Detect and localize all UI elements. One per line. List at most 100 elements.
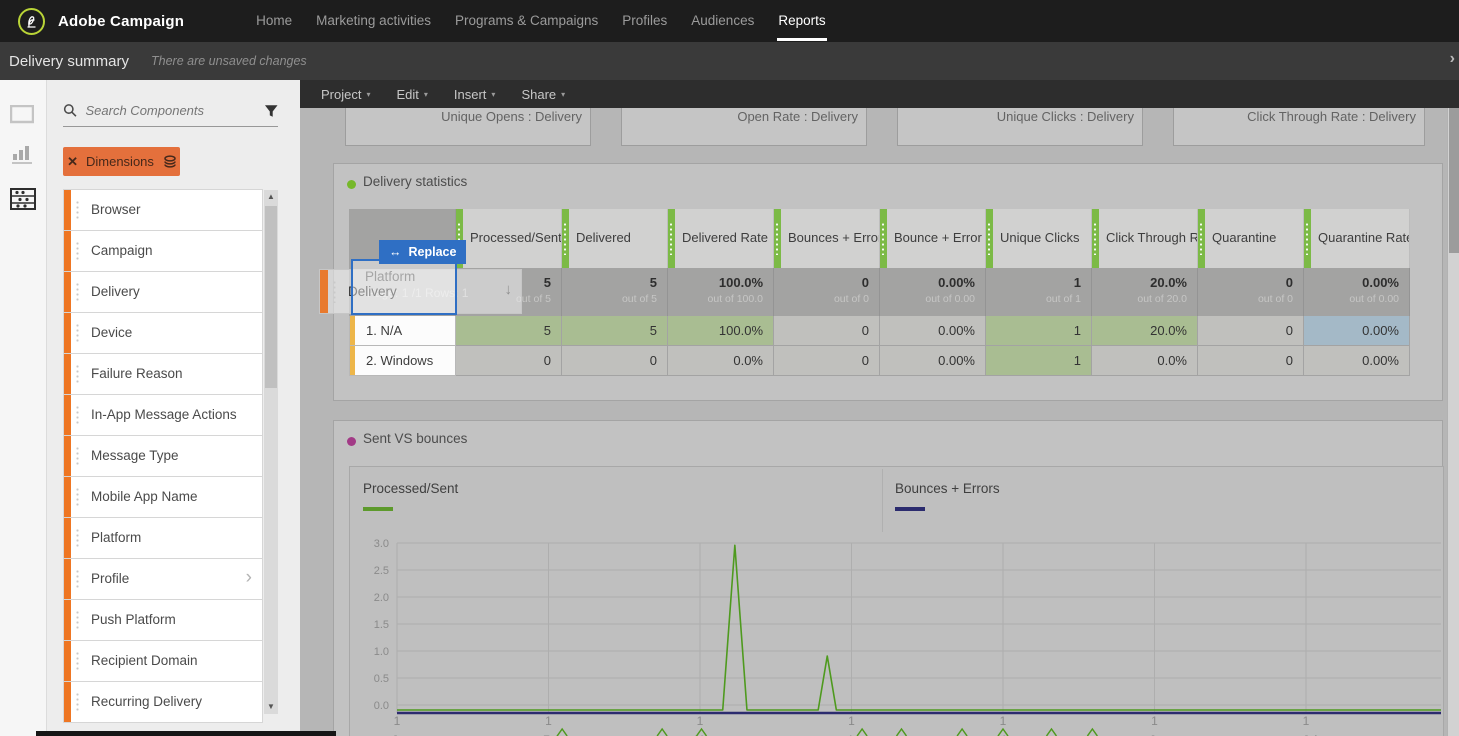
table-cell[interactable]: 0 [774, 346, 880, 376]
nav-item[interactable]: Reports [766, 0, 837, 42]
summary-cell: 0out of 0 [1198, 268, 1304, 316]
table-cell[interactable]: 0 [774, 316, 880, 346]
dimensions-list: Browser Campaign Delivery Device Fai [63, 190, 263, 723]
table-cell[interactable]: 1 [986, 346, 1092, 376]
dimension-list-item[interactable]: Recipient Domain [63, 640, 263, 682]
dimension-list-item[interactable]: In-App Message Actions [63, 394, 263, 436]
column-header[interactable]: Quarantine Rate [1304, 209, 1410, 268]
column-header[interactable]: Click Through Ra [1092, 209, 1198, 268]
drag-handle-icon[interactable] [75, 282, 80, 302]
sidebar-scrollbar[interactable]: ▲ ▼ [264, 190, 278, 714]
drag-handle-icon[interactable] [75, 200, 80, 220]
scroll-down-icon[interactable]: ▼ [264, 700, 278, 714]
visualization-widget-icon[interactable] [10, 143, 36, 165]
dimension-list-item[interactable]: Delivery [63, 271, 263, 313]
row-header[interactable]: 2. Windows [349, 346, 456, 376]
canvas-scrollbar[interactable] [1447, 108, 1459, 736]
drag-handle-icon[interactable] [75, 446, 80, 466]
table-cell[interactable]: 0 [562, 346, 668, 376]
canvas-scrollbar-thumb[interactable] [1449, 108, 1459, 253]
column-header[interactable]: Delivered [562, 209, 668, 268]
dimension-list-item[interactable]: Device [63, 312, 263, 354]
table-body: 1. N/A 55100.0%00.00%120.0%00.00% 2. Win… [349, 316, 1410, 376]
drag-handle-icon[interactable] [75, 487, 80, 507]
table-cell[interactable]: 100.0% [668, 316, 774, 346]
nav-item[interactable]: Audiences [679, 0, 766, 42]
column-header[interactable]: Quarantine [1198, 209, 1304, 268]
sidebar-scrollbar-thumb[interactable] [265, 206, 277, 388]
drag-handle-icon[interactable] [75, 528, 80, 548]
table-cell[interactable]: 5 [562, 316, 668, 346]
column-header[interactable]: Bounce + Error R [880, 209, 986, 268]
dimension-list-item[interactable]: Browser [63, 189, 263, 231]
replace-badge-label: Replace [409, 245, 457, 259]
row-header[interactable]: 1. N/A [349, 316, 456, 346]
table-cell[interactable]: 0 [456, 346, 562, 376]
table-cell[interactable]: 0.0% [1092, 346, 1198, 376]
drag-handle-icon[interactable] [75, 692, 80, 712]
logo-glyph-icon [23, 13, 40, 30]
table-cell[interactable]: 0 [1198, 316, 1304, 346]
menu-item[interactable]: Insert▾ [441, 87, 509, 102]
table-header-row: Processed/SentDeliveredDelivered RateBou… [349, 209, 1410, 268]
dimension-label: In-App Message Actions [91, 395, 262, 435]
dimension-list-item[interactable]: Failure Reason [63, 353, 263, 395]
dimensions-filter-button[interactable]: ✕ Dimensions [63, 147, 180, 176]
table-cell[interactable]: 0.00% [1304, 316, 1410, 346]
column-header[interactable]: Processed/Sent [456, 209, 562, 268]
table-cell[interactable]: 1 [986, 316, 1092, 346]
menu-item[interactable]: Edit▾ [383, 87, 440, 102]
menu-item[interactable]: Share▾ [508, 87, 578, 102]
drag-handle-icon[interactable] [75, 323, 80, 343]
container-widget-icon[interactable] [10, 105, 36, 127]
line-chart-canvas[interactable]: 0.00.51.01.52.02.53.01Jan1Feb1Mar1Apr1Ma… [350, 467, 1443, 736]
table-cell[interactable]: 0 [1198, 346, 1304, 376]
close-icon[interactable]: ✕ [67, 154, 78, 170]
swap-arrows-icon: ↔ [389, 245, 402, 259]
column-headers: Processed/SentDeliveredDelivered RateBou… [456, 209, 1410, 268]
row-cells: 000.0%00.00%10.0%00.00% [456, 346, 1410, 376]
drag-handle-icon[interactable] [75, 241, 80, 261]
drag-handle-icon[interactable] [75, 405, 80, 425]
adobe-campaign-logo-icon[interactable] [18, 8, 45, 35]
nav-item[interactable]: Profiles [610, 0, 679, 42]
nav-item[interactable]: Programs & Campaigns [443, 0, 610, 42]
nav-item[interactable]: Marketing activities [304, 0, 443, 42]
summary-cell: 0.00%out of 0.00 [1304, 268, 1410, 316]
sent-vs-bounces-chart[interactable]: Processed/Sent Bounces + Errors 0.00.51.… [349, 466, 1444, 736]
search-input[interactable] [86, 103, 264, 118]
column-header[interactable]: Unique Clicks [986, 209, 1092, 268]
dimension-list-item[interactable]: Recurring Delivery [63, 681, 263, 723]
dimension-list-item[interactable]: Message Type [63, 435, 263, 477]
dimension-list-item[interactable]: Profile › [63, 558, 263, 600]
drag-handle-icon[interactable] [75, 569, 80, 589]
table-cell[interactable]: 0.00% [880, 316, 986, 346]
dimension-list-item[interactable]: Campaign [63, 230, 263, 272]
dragged-dimension-platform[interactable]: Platform [351, 259, 457, 315]
table-cell[interactable]: 20.0% [1092, 316, 1198, 346]
column-header[interactable]: Delivered Rate [668, 209, 774, 268]
table-cell[interactable]: 0.0% [668, 346, 774, 376]
collapse-panel-chevron-icon[interactable]: › [1450, 50, 1455, 68]
menu-item[interactable]: Project▾ [308, 87, 383, 102]
dimension-list-item[interactable]: Push Platform [63, 599, 263, 641]
component-type-strip [0, 80, 47, 736]
table-cell[interactable]: 0.00% [880, 346, 986, 376]
unsaved-changes-notice: There are unsaved changes [151, 54, 307, 68]
column-header[interactable]: Bounces + Errors [774, 209, 880, 268]
scroll-up-icon[interactable]: ▲ [264, 190, 278, 204]
drag-handle-icon[interactable] [75, 610, 80, 630]
dimension-list-item[interactable]: Mobile App Name [63, 476, 263, 518]
table-cell[interactable]: 5 [456, 316, 562, 346]
summary-cell: 1out of 1 [986, 268, 1092, 316]
dimension-list-item[interactable]: Platform [63, 517, 263, 559]
kpi-card-label: Open Rate : Delivery [737, 109, 858, 124]
pivot-table-widget-icon[interactable] [10, 188, 36, 210]
nav-item[interactable]: Home [244, 0, 304, 42]
svg-text:1: 1 [1151, 714, 1158, 728]
filter-icon[interactable] [264, 104, 279, 118]
drag-handle-icon[interactable] [75, 651, 80, 671]
table-cell[interactable]: 0.00% [1304, 346, 1410, 376]
chevron-right-icon[interactable]: › [246, 567, 252, 589]
drag-handle-icon[interactable] [75, 364, 80, 384]
